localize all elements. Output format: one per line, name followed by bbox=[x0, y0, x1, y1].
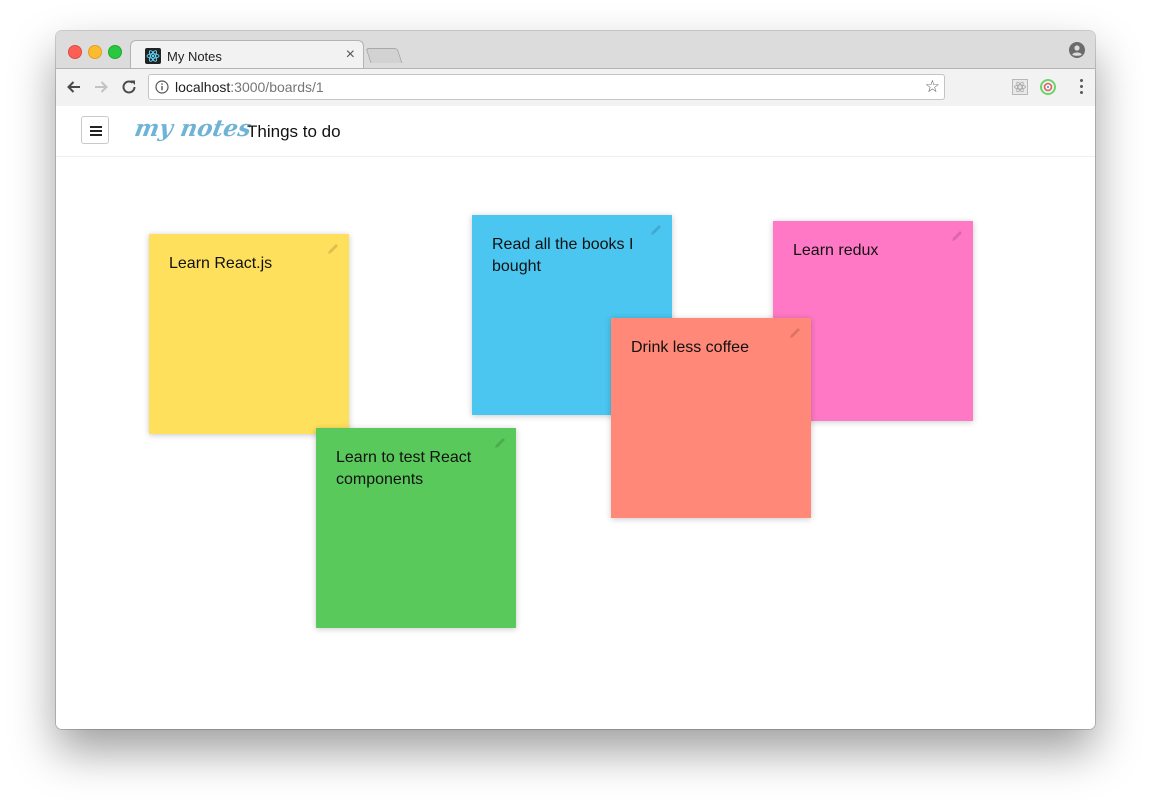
bookmark-star-icon[interactable]: ☆ bbox=[925, 77, 940, 97]
tab-strip: My Notes × bbox=[56, 31, 1095, 71]
edit-pencil-icon[interactable] bbox=[950, 229, 964, 243]
info-icon[interactable] bbox=[155, 80, 169, 94]
forward-arrow-icon[interactable] bbox=[92, 78, 110, 96]
more-menu-icon[interactable] bbox=[1079, 79, 1083, 95]
edit-pencil-icon[interactable] bbox=[493, 436, 507, 450]
back-arrow-icon[interactable] bbox=[65, 78, 83, 96]
minimize-window-button[interactable] bbox=[88, 45, 102, 59]
note-text: Learn React.js bbox=[169, 255, 273, 272]
browser-toolbar: localhost:3000/boards/1 ☆ bbox=[56, 68, 1095, 108]
profile-icon[interactable] bbox=[1069, 42, 1085, 58]
address-bar[interactable]: localhost:3000/boards/1 ☆ bbox=[148, 74, 945, 100]
tab-my-notes[interactable]: My Notes × bbox=[130, 40, 364, 71]
app-header: my notes Things to do bbox=[56, 106, 1095, 157]
note-text: Read all the books I bought bbox=[492, 236, 634, 275]
note-text: Learn redux bbox=[793, 242, 879, 259]
browser-window: My Notes × localhost:3000/boards/1 ☆ my … bbox=[56, 31, 1095, 729]
edit-pencil-icon[interactable] bbox=[649, 223, 663, 237]
zoom-window-button[interactable] bbox=[108, 45, 122, 59]
tab-close-icon[interactable]: × bbox=[346, 46, 355, 64]
target-extension-icon[interactable] bbox=[1040, 79, 1056, 95]
sticky-note[interactable]: Learn React.js bbox=[149, 234, 349, 434]
url-text: localhost:3000/boards/1 bbox=[175, 79, 324, 95]
new-tab-button[interactable] bbox=[365, 48, 403, 63]
sticky-note[interactable]: Learn to test React components bbox=[316, 428, 516, 628]
tab-title: My Notes bbox=[167, 49, 222, 64]
sticky-note[interactable]: Drink less coffee bbox=[611, 318, 811, 518]
board-title: Things to do bbox=[247, 122, 341, 141]
edit-pencil-icon[interactable] bbox=[788, 326, 802, 340]
note-text: Drink less coffee bbox=[631, 339, 749, 356]
reload-icon[interactable] bbox=[120, 78, 138, 96]
hamburger-menu-button[interactable] bbox=[81, 116, 109, 144]
edit-pencil-icon[interactable] bbox=[326, 242, 340, 256]
app-logo[interactable]: my notes bbox=[133, 115, 254, 142]
close-window-button[interactable] bbox=[68, 45, 82, 59]
react-favicon-icon bbox=[145, 48, 161, 64]
page-content: my notes Things to do Learn React.js Lear… bbox=[56, 106, 1095, 729]
note-text: Learn to test React components bbox=[336, 449, 472, 488]
react-devtools-extension-icon[interactable] bbox=[1012, 79, 1028, 95]
